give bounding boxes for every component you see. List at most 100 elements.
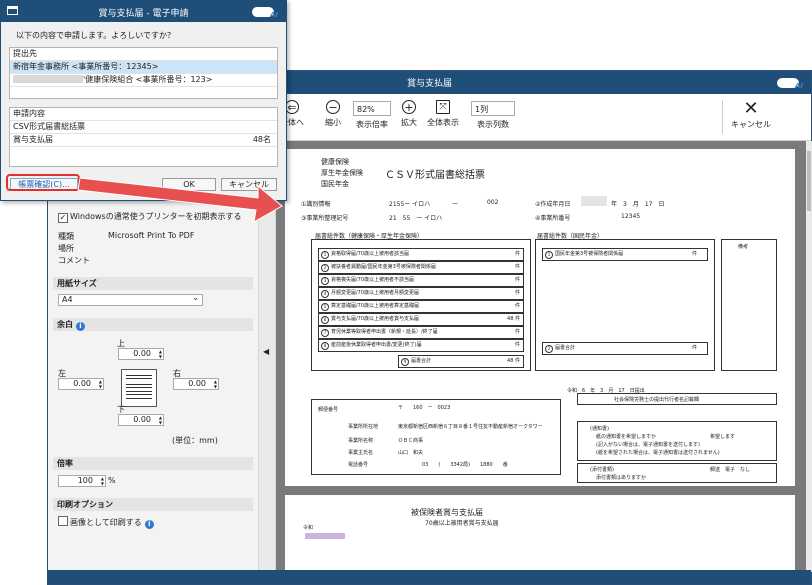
form-notice-box: (通知書) 紙の通知書を希望しますか 希望します (記入がない場合は、電子通知書… [577,421,777,461]
row-number: 7 [321,329,329,337]
destination-item-health[interactable]: '健康保険組合 <事業所番号：123> [10,74,277,87]
form-agent-label: 社会保険労務士の提出代行者名記載欄 [614,397,700,403]
form-name-value: ＯＢＣ商事 [398,438,424,444]
form-attach-box: (添付書類) 郵送 電子 なし 添付書類はありますか [577,463,777,483]
form-attach-q: 添付書類はありますか [596,475,647,481]
margin-title: 余白 [57,320,73,329]
form-notice-hope: 希望します [710,434,736,440]
row-count: 件 [514,290,520,296]
ok-button[interactable]: OK [162,178,216,191]
row-count: 件 [514,251,520,257]
content-item-bonus-label: 賞与支払届 [13,135,53,144]
print-option-header: 印刷オプション [53,498,253,511]
form-count-row: 1 資格取得届/70歳以上被用者該当届 件 [318,248,524,261]
paper-size-select[interactable]: A4 [58,293,203,306]
form-postal-value: 〒 160 ー 0023 [398,405,451,411]
form-address-label: 事業所所在地 [348,424,379,430]
columns-select[interactable]: 1列 表示列数 [470,100,516,130]
row-count: 件 [514,277,520,283]
info-icon[interactable]: i [144,520,154,529]
form-national-total-label: 届書合計 [555,345,576,351]
form-phone-label: 電話番号 [348,462,369,468]
form-office-number-value: 12345 [621,213,641,220]
dialog-cancel-button[interactable]: キャンセル [221,178,277,191]
form-id-code: 002 [487,199,499,206]
page2-title: 被保険者賞与支払届 [411,508,483,517]
row-label: 資格取得届/70歳以上被用者該当届 [331,251,410,257]
form-count-health-box: 1 資格取得届/70歳以上被用者該当届件 2 被扶養者異動届/国民年金第3号被保険者関… [311,239,531,371]
form-total-label: 届書合計 [411,358,432,364]
row-count: 件 [514,342,520,348]
fit-page-icon: ⤧ [436,100,450,114]
page-margin-diagram-icon [121,369,157,407]
form-notice-q: 紙の通知書を希望しますか [596,434,657,440]
form-office-box: 郵便番号 〒 160 ー 0023 事業所所在地 東京都新宿区西新宿６丁目８番１… [311,399,561,475]
zoom-out-button[interactable]: − 縮小 [320,100,346,128]
form-notice-title: (通知書) [590,426,609,432]
checkbox-empty-icon [58,516,68,526]
margin-bottom-input[interactable]: 0.00 [118,414,164,426]
form-title: ＣＳＶ形式届書総括票 [385,170,485,181]
form-id-value: 2155ー イロハ [389,201,431,208]
form-count-row: 3 資格喪失届/70歳以上被用者不該当届 件 [318,274,524,287]
form-owner-label: 事業主氏名 [348,450,374,456]
cancel-label: キャンセル [731,120,771,129]
content-header: 申請内容 [10,108,277,121]
fit-page-button[interactable]: ⤧ 全体表示 [426,100,460,128]
row-count: 48 件 [507,316,520,322]
form-date-value: 年 3 月 17 日 [611,201,665,208]
form-id-label: ①識別情報 [301,201,331,208]
row-label: 被扶養者異動届/国民年金第3号被保険者関係届 [331,264,436,270]
default-printer-checkbox[interactable]: ✓ Windowsの通常使うプリンターを初期表示する [58,211,242,223]
scale-input[interactable]: 100 [58,475,106,487]
row-label: 算定基礎届/70歳以上被用者算定基礎届 [331,303,420,309]
cancel-button[interactable]: ✕ キャンセル [726,100,776,130]
row-label: 育児休業等取得者申出書（新規・延長）/終了届 [331,329,438,335]
row-number: 4 [321,290,329,298]
preview-scrollbar[interactable] [806,141,812,572]
page2-era: 令和 [303,525,314,531]
form-phone-value: 03 ( 3342局) 1880 番 [422,462,508,468]
form-count-row: 6 賞与支払届/70歳以上被用者賞与支払届 48 件 [318,313,524,326]
checkbox-checked-icon: ✓ [58,213,68,223]
zoom-value-field[interactable]: 82% [353,101,391,116]
destination-item-pension[interactable]: 新宿年金事務所 <事業所番号：12345> [10,61,277,74]
scrollbar-thumb[interactable] [807,151,811,211]
form-notice-note2: (紙を希望された場合は、電子通知書は送付されません) [596,450,720,456]
form-address-value: 東京都新宿区西新宿６丁目８番１号住友不動産新宿オークタワー [398,424,543,430]
printer-type-label: 種類 [58,232,74,241]
zoom-in-label: 拡大 [401,118,417,127]
row-label: 賞与支払届/70歳以上被用者賞与支払届 [331,316,420,322]
row-count: 件 [514,329,520,335]
form-count-row: 4 月額変更届/70歳以上被用者月額変更届 件 [318,287,524,300]
content-item-csv[interactable]: CSV形式届書総括票 [10,121,277,134]
form-name-label: 事業所名称 [348,438,374,444]
plus-icon: + [402,100,416,114]
row-label: 資格喪失届/70歳以上被用者不該当届 [331,277,415,283]
margin-right-input[interactable]: 0.00 [173,378,219,390]
toolbar-separator [722,100,723,134]
form-notice-note1: (記入がない場合は、電子通知書を送付します) [596,442,700,448]
zoom-label: 表示倍率 [356,120,388,129]
print-as-image-checkbox[interactable]: 画像として印刷する i [58,516,154,529]
columns-value[interactable]: 1列 [471,101,515,116]
form-attach-cols: 郵送 電子 なし [710,467,751,473]
dialog-question: 以下の内容で申請します。よろしいですか？ [16,31,175,40]
zoom-level: 82% 表示倍率 [352,100,392,130]
row-number: 5 [321,303,329,311]
margin-left-input[interactable]: 0.00 [58,378,104,390]
form-postal-label: 郵便番号 [318,407,339,413]
margin-top-input[interactable]: 0.00 [118,348,164,360]
dialog-title: 賞与支払届 - 電子申請 [98,9,189,19]
destination-list: 提出先 新宿年金事務所 <事業所番号：12345> '健康保険組合 <事業所番号… [9,47,278,99]
scale-unit: % [108,476,116,485]
margin-header: 余白 i [53,318,253,331]
default-printer-label: Windowsの通常使うプリンターを初期表示する [70,212,242,221]
print-as-image-label: 画像として印刷する [70,518,142,527]
printer-comment-label: コメント [58,256,90,265]
form-count-national-box: 1 国民年金第3号被保険者関係届件 2 届書合計件 [535,239,715,371]
zoom-in-button[interactable]: + 拡大 [396,100,422,128]
dialog-titlebar: 賞与支払届 - 電子申請 AI [1,1,286,22]
info-icon[interactable]: i [76,322,85,331]
content-item-bonus[interactable]: 賞与支払届 48名 [10,134,277,147]
